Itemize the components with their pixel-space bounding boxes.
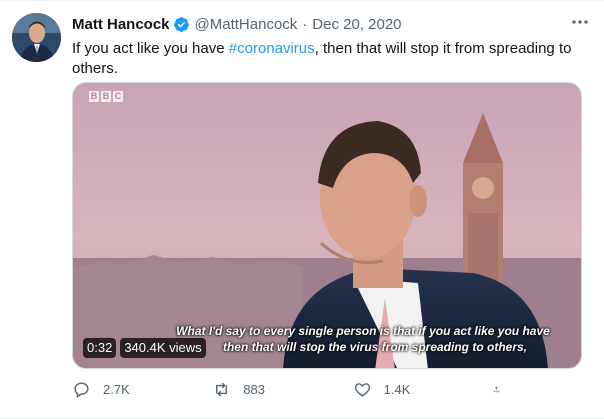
reply-count: 2.7K <box>103 381 130 397</box>
video-player[interactable]: B B C What I'd say to every single perso… <box>72 82 582 369</box>
more-dots-icon[interactable] <box>570 15 590 29</box>
reply-button[interactable]: 2.7K <box>72 380 182 399</box>
like-button[interactable]: 1.4K <box>353 380 463 399</box>
duration-badge: 0:32 <box>83 338 117 358</box>
logo-letter-1: B <box>89 91 99 102</box>
avatar[interactable] <box>12 13 61 62</box>
retweet-icon <box>216 382 228 396</box>
hashtag-link[interactable]: #coronavirus <box>229 40 315 57</box>
logo-letter-3: C <box>113 91 123 102</box>
bbc-logo: B B C <box>89 91 123 102</box>
author-name[interactable]: Matt Hancock <box>72 16 170 33</box>
share-icon <box>493 386 500 392</box>
tweet-text: If you act like you have #coronavirus, t… <box>72 39 572 79</box>
subtitle-line-1: What I'd say to every single person is t… <box>176 324 550 338</box>
tweet-date[interactable]: Dec 20, 2020 <box>312 16 401 33</box>
reply-icon <box>74 381 89 398</box>
retweet-count: 883 <box>243 381 266 397</box>
like-count: 1.4K <box>383 381 411 397</box>
author-handle[interactable]: @MattHancock <box>195 16 298 33</box>
tweet-card[interactable]: Matt Hancock @MattHancock · Dec 20, 2020… <box>0 0 604 419</box>
logo-letter-2: B <box>101 91 111 102</box>
retweet-button[interactable]: 883 <box>212 380 322 399</box>
share-button[interactable] <box>493 380 512 399</box>
separator-dot: · <box>302 15 308 33</box>
verified-badge-icon <box>173 16 190 33</box>
action-bar: 2.7K 883 1.4K <box>72 377 512 401</box>
heart-icon <box>354 382 370 397</box>
tweet-text-start: If you act like you have <box>72 40 229 57</box>
video-badges: 0:32 340.4K views <box>83 338 206 358</box>
tweet-header: Matt Hancock @MattHancock · Dec 20, 2020 <box>72 13 592 35</box>
views-badge: 340.4K views <box>120 338 206 358</box>
